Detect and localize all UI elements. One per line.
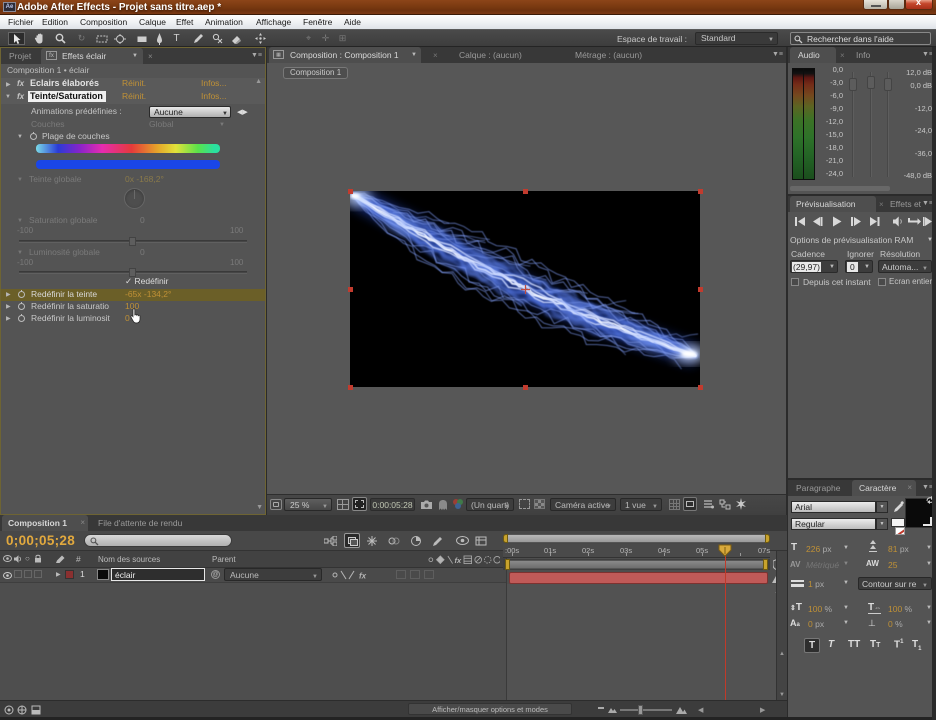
svg-text:fx: fx bbox=[455, 556, 463, 565]
svg-text:fx: fx bbox=[359, 572, 367, 581]
